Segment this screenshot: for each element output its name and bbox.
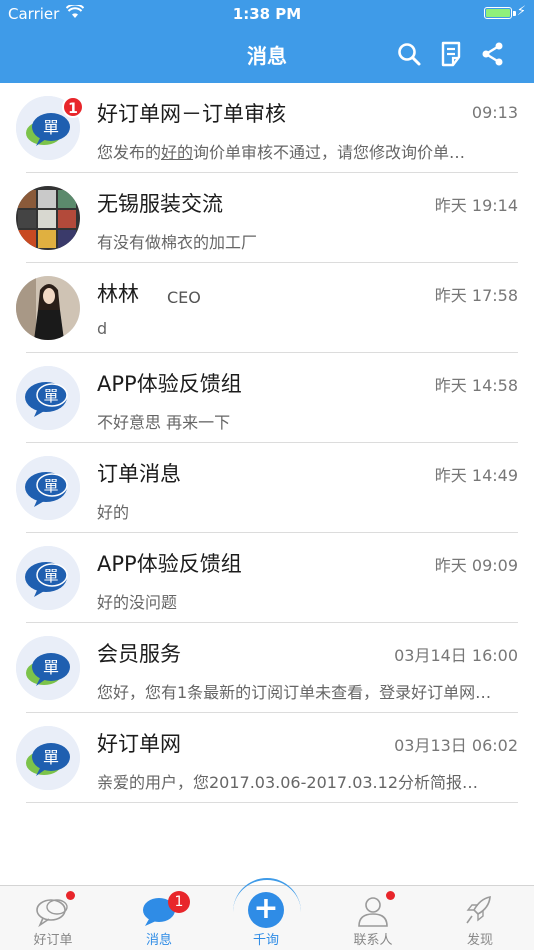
conversation-time: 昨天 09:09 [434, 556, 518, 575]
conversation-title: 会员服务 [97, 642, 181, 666]
conversation-row[interactable]: 單 好订单网 03月13日 06:02 亲爱的用户，您2017.03.06-20… [0, 713, 534, 803]
conversation-time: 昨天 19:14 [434, 196, 518, 215]
preview-text: 您发布的 [97, 143, 162, 162]
conversation-title: 订单消息 [97, 462, 181, 486]
conversation-row[interactable]: 无锡服装交流 昨天 19:14 有没有做棉衣的加工厂 [0, 173, 534, 263]
tab-label: 好订单 [33, 933, 73, 948]
plus-icon[interactable]: + [248, 892, 284, 928]
status-time: 1:38 PM [232, 5, 302, 23]
conversation-preview: 不好意思 再来一下 [97, 413, 231, 432]
conversation-row[interactable]: 單 APP体验反馈组 昨天 14:58 不好意思 再来一下 [0, 353, 534, 443]
conversation-title: 无锡服装交流 [97, 192, 223, 216]
conversation-row[interactable]: 單 1 好订单网－订单审核 09:13 您发布的好的询价单审核不通过，请您修改询… [0, 83, 534, 173]
conversation-time: 03月13日 06:02 [394, 736, 518, 755]
conversation-row[interactable]: 單 订单消息 昨天 14:49 好的 [0, 443, 534, 533]
conversation-row[interactable]: 林林 CEO 昨天 17:58 d [0, 263, 534, 353]
tab-orders[interactable]: 好订单 [0, 886, 106, 950]
logo-avatar-icon: 單 [16, 726, 80, 790]
preview-link[interactable]: 好的 [161, 143, 193, 162]
tab-discover[interactable]: 发现 [427, 886, 533, 950]
conversation-title: APP体验反馈组 [97, 372, 242, 396]
conversation-title: 好订单网 [97, 732, 181, 756]
conversation-preview: 好的没问题 [97, 593, 178, 612]
tab-label: 联系人 [353, 933, 393, 948]
compose-note-icon[interactable] [439, 41, 465, 67]
conversation-time: 03月14日 16:00 [394, 646, 518, 665]
svg-text:單: 單 [43, 658, 59, 677]
logo-avatar-icon: 單 [16, 546, 80, 610]
conversation-preview: 您好，您有1条最新的订阅订单未查看，登录好订单网… [97, 683, 492, 702]
tab-bar: 好订单 1 消息 + 千询 联系人 发现 [0, 878, 534, 950]
nav-header: Carrier 1:38 PM ⚡ 消息 [0, 0, 534, 83]
unread-badge: 1 [62, 96, 84, 118]
contact-role: CEO [167, 288, 201, 307]
conversation-preview: 您发布的好的询价单审核不通过，请您修改询价单… [97, 139, 515, 163]
row-divider [26, 802, 518, 803]
logo-avatar-icon: 單 [16, 456, 80, 520]
conversation-title: 林林 [97, 282, 139, 306]
svg-text:單: 單 [43, 477, 58, 495]
tab-label: 千询 [252, 933, 279, 948]
conversation-preview: 好的 [97, 503, 130, 522]
tab-label: 消息 [145, 933, 172, 948]
search-icon[interactable] [396, 41, 422, 67]
group-avatar-icon [16, 186, 80, 250]
person-avatar-icon [16, 276, 80, 340]
conversation-list: 單 1 好订单网－订单审核 09:13 您发布的好的询价单审核不通过，请您修改询… [0, 83, 534, 803]
svg-text:單: 單 [43, 567, 58, 585]
tab-inquiry[interactable]: + 千询 [213, 878, 319, 950]
conversation-title: APP体验反馈组 [97, 552, 242, 576]
logo-avatar-icon: 單 [16, 636, 80, 700]
conversation-row[interactable]: 單 会员服务 03月14日 16:00 您好，您有1条最新的订阅订单未查看，登录… [0, 623, 534, 713]
tab-unread-badge: 1 [168, 891, 190, 913]
svg-text:單: 單 [43, 118, 59, 137]
preview-text: 询价单审核不通过，请您修改询价单… [193, 143, 466, 162]
conversation-preview: d [97, 319, 108, 338]
svg-text:單: 單 [43, 387, 58, 405]
svg-text:單: 單 [43, 748, 59, 767]
conversation-time: 09:13 [471, 103, 518, 122]
conversation-time: 昨天 14:49 [434, 466, 518, 485]
conversation-row[interactable]: 單 APP体验反馈组 昨天 09:09 好的没问题 [0, 533, 534, 623]
rocket-icon [460, 894, 500, 928]
conversation-time: 昨天 14:58 [434, 376, 518, 395]
battery-icon [484, 7, 516, 19]
status-bar: Carrier 1:38 PM ⚡ [0, 0, 534, 28]
logo-avatar-icon: 單 [16, 366, 80, 430]
conversation-title: 好订单网－订单审核 [97, 102, 286, 126]
tab-notification-dot [66, 891, 75, 900]
charging-icon: ⚡ [516, 4, 526, 19]
conversation-time: 昨天 17:58 [434, 286, 518, 305]
tab-notification-dot [386, 891, 395, 900]
conversation-preview: 有没有做棉衣的加工厂 [97, 233, 258, 252]
conversation-preview: 亲爱的用户，您2017.03.06-2017.03.12分析简报… [97, 773, 478, 792]
tab-contacts[interactable]: 联系人 [320, 886, 426, 950]
tab-messages[interactable]: 1 消息 [106, 886, 212, 950]
tab-label: 发现 [466, 933, 493, 948]
share-icon[interactable] [480, 41, 506, 67]
